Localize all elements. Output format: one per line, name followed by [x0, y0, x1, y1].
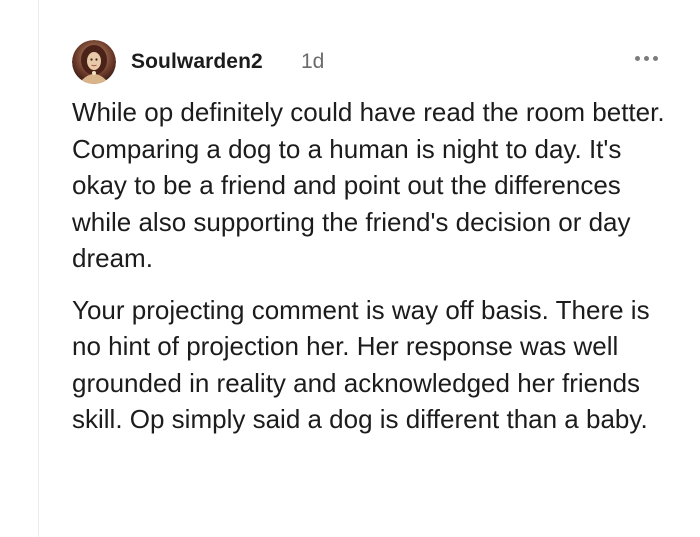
ellipsis-dot [652, 55, 658, 61]
thread-line [38, 0, 39, 537]
avatar[interactable] [72, 40, 116, 84]
comment-header: Soulwarden2 1d [72, 40, 672, 84]
comment-body: While op definitely could have read the … [72, 94, 672, 453]
username[interactable]: Soulwarden2 [131, 50, 263, 74]
comment-paragraph: Your projecting comment is way off basis… [72, 294, 650, 435]
ellipsis-dot [643, 55, 649, 61]
user-avatar-icon [72, 40, 116, 84]
ellipsis-horizontal-icon [634, 55, 640, 61]
comment: Soulwarden2 1d While op definitely could… [72, 40, 672, 434]
more-options-button[interactable] [628, 46, 664, 70]
timestamp: 1d [301, 50, 325, 73]
comment-paragraph: While op definitely could have read the … [72, 97, 665, 273]
